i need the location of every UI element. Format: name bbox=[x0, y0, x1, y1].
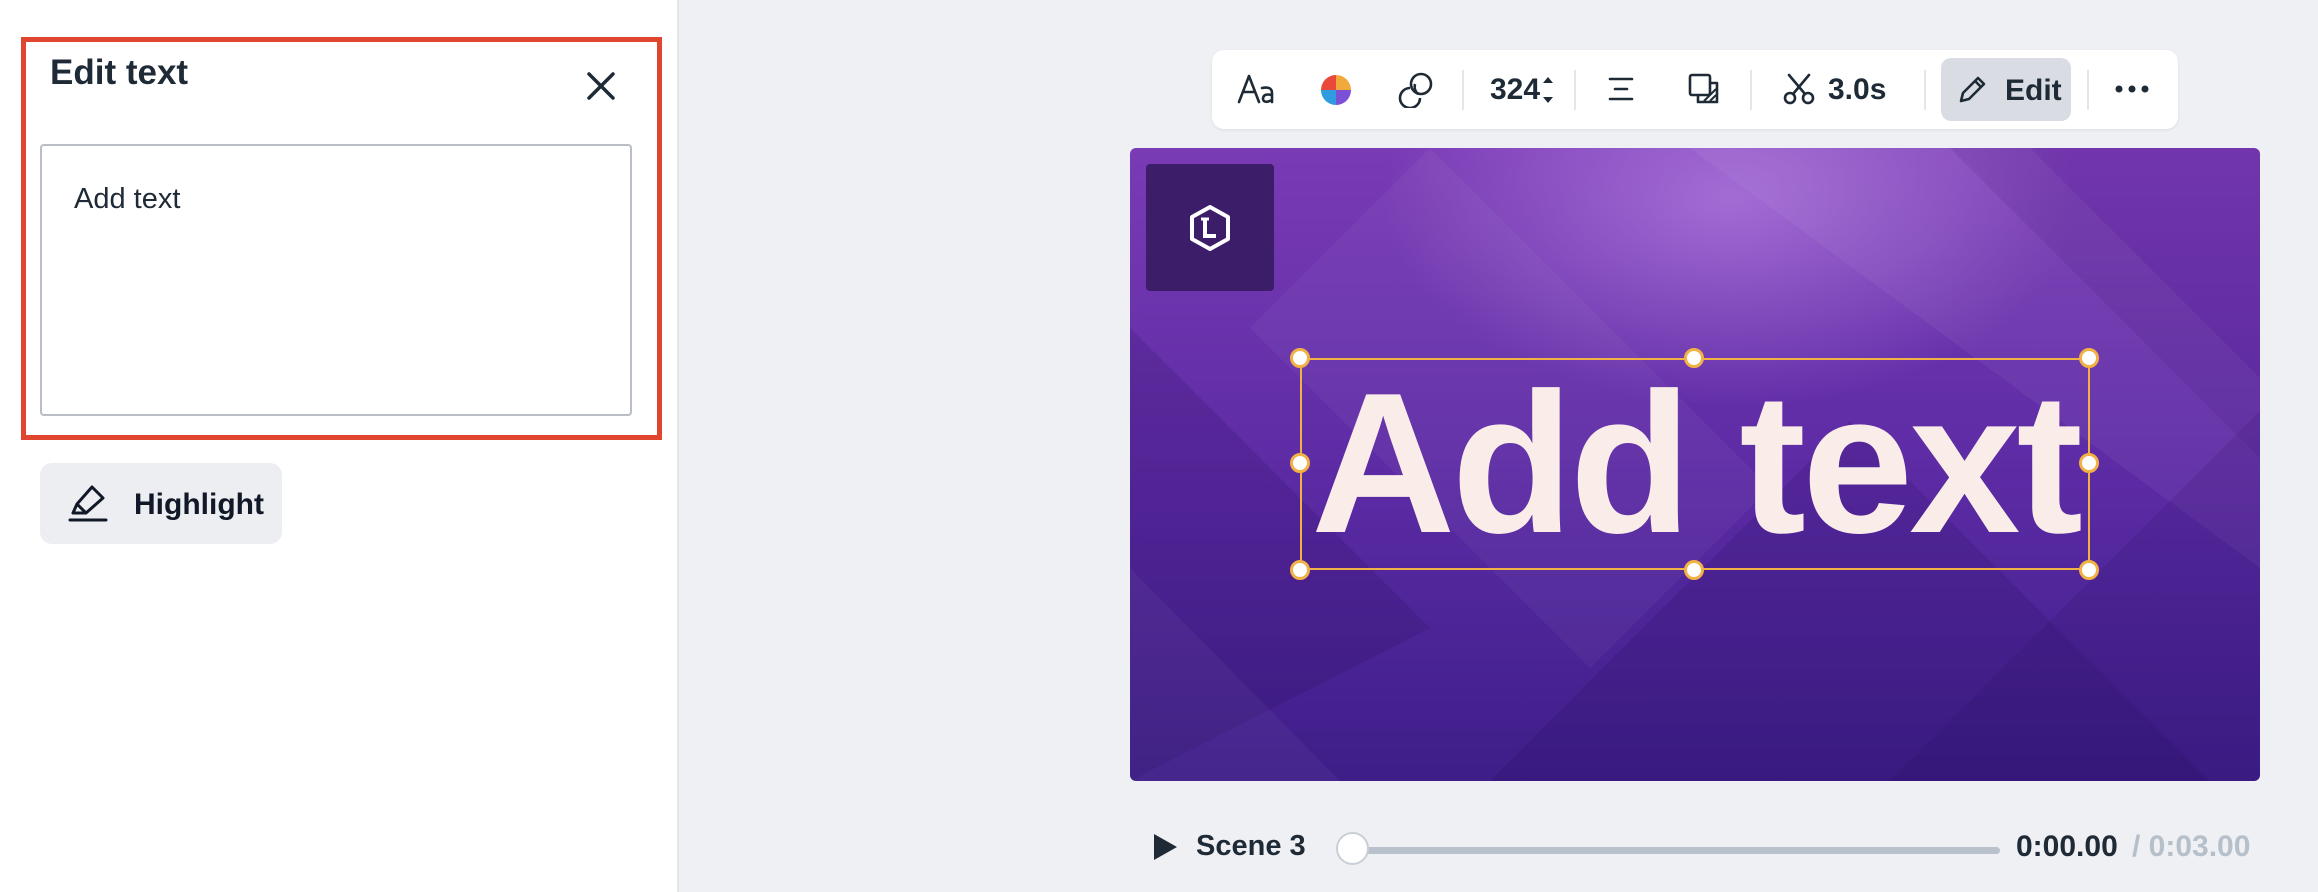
resize-handle-left[interactable] bbox=[1290, 453, 1310, 473]
text-input-value: Add text bbox=[74, 183, 181, 215]
font-icon bbox=[1237, 74, 1274, 104]
effects-icon bbox=[1398, 72, 1433, 108]
pencil-icon bbox=[1959, 76, 1986, 103]
duration-value: 3.0s bbox=[1828, 73, 1887, 106]
resize-handle-top-left[interactable] bbox=[1290, 348, 1310, 368]
font-size-value: 324 bbox=[1490, 73, 1541, 106]
logo-icon bbox=[1190, 205, 1230, 251]
text-toolbar: 324 3.0s Edit bbox=[1212, 50, 2178, 129]
color-wheel-icon bbox=[1321, 75, 1351, 105]
edit-label: Edit bbox=[2005, 74, 2062, 107]
align-icon bbox=[1608, 77, 1634, 101]
text-input[interactable]: Add text bbox=[40, 144, 632, 416]
layer-button[interactable] bbox=[1674, 50, 1734, 129]
more-button[interactable] bbox=[2102, 50, 2162, 129]
timeline-scrubber[interactable] bbox=[1352, 847, 2000, 854]
resize-handle-top-right[interactable] bbox=[2079, 348, 2099, 368]
logo-placeholder[interactable] bbox=[1146, 164, 1274, 291]
highlight-label: Highlight bbox=[134, 488, 264, 521]
scrubber-handle[interactable] bbox=[1335, 832, 1369, 865]
effects-button[interactable] bbox=[1386, 50, 1446, 129]
resize-handle-top[interactable] bbox=[1684, 348, 1704, 368]
stepper-arrows-icon bbox=[1543, 77, 1553, 103]
resize-handle-bottom[interactable] bbox=[1684, 560, 1704, 580]
play-icon bbox=[1154, 834, 1177, 860]
edit-button[interactable]: Edit bbox=[1941, 58, 2071, 121]
highlight-button[interactable]: Highlight bbox=[40, 463, 282, 544]
panel-title: Edit text bbox=[50, 53, 189, 92]
edit-text-panel: Edit text Add text Highlight bbox=[0, 0, 679, 892]
close-button[interactable] bbox=[580, 65, 622, 107]
font-size-stepper[interactable]: 324 bbox=[1476, 50, 1566, 129]
highlighter-icon bbox=[68, 485, 108, 522]
current-time: 0:00.00 bbox=[2016, 830, 2118, 863]
align-button[interactable] bbox=[1590, 50, 1650, 129]
trim-duration-button[interactable]: 3.0s bbox=[1768, 50, 1918, 129]
total-time: / 0:03.00 bbox=[2132, 830, 2251, 863]
color-button[interactable] bbox=[1306, 50, 1366, 129]
layer-icon bbox=[1688, 73, 1719, 104]
scene-label: Scene 3 bbox=[1196, 830, 1306, 862]
scissors-icon bbox=[1783, 73, 1815, 105]
close-icon bbox=[587, 72, 615, 100]
more-icon bbox=[2115, 85, 2149, 93]
resize-handle-right[interactable] bbox=[2079, 453, 2099, 473]
canvas-text-element[interactable]: Add text bbox=[1300, 352, 2090, 575]
play-button[interactable] bbox=[1150, 831, 1180, 863]
font-button[interactable] bbox=[1226, 50, 1286, 129]
resize-handle-bottom-right[interactable] bbox=[2079, 560, 2099, 580]
resize-handle-bottom-left[interactable] bbox=[1290, 560, 1310, 580]
